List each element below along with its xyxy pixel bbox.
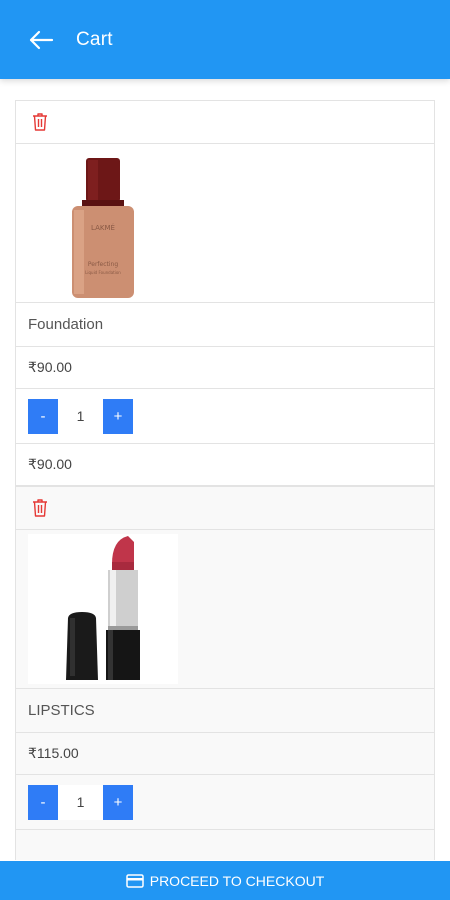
product-price: ₹115.00 — [15, 733, 435, 775]
item-subtotal: ₹90.00 — [15, 444, 435, 486]
decrease-quantity-button[interactable]: - — [28, 398, 58, 434]
delete-row — [15, 486, 435, 530]
increase-quantity-button[interactable]: + — [103, 398, 133, 434]
checkout-button[interactable]: PROCEED TO CHECKOUT — [0, 861, 450, 900]
delete-item-button[interactable] — [28, 110, 52, 134]
app-bar: Cart — [0, 0, 450, 79]
lipstick-image — [28, 534, 178, 684]
product-name: LIPSTICS — [15, 689, 435, 733]
item-subtotal — [15, 830, 435, 860]
decrease-quantity-button[interactable]: - — [28, 784, 58, 820]
cart-item: LAKMÉ Perfecting Liquid Foundation Found… — [15, 100, 435, 486]
cart-item: LIPSTICS ₹115.00 - + — [15, 486, 435, 860]
checkout-label: PROCEED TO CHECKOUT — [149, 872, 325, 889]
trash-icon — [33, 499, 47, 517]
product-image-row: LAKMÉ Perfecting Liquid Foundation — [15, 144, 435, 303]
credit-card-icon — [125, 873, 144, 888]
svg-text:Perfecting: Perfecting — [88, 261, 118, 268]
quantity-stepper: - + — [28, 398, 133, 434]
quantity-input[interactable] — [58, 784, 103, 820]
svg-text:Liquid Foundation: Liquid Foundation — [85, 270, 121, 275]
product-price: ₹90.00 — [15, 347, 435, 389]
product-name: Foundation — [15, 303, 435, 347]
quantity-stepper: - + — [28, 784, 133, 820]
arrow-left-icon — [29, 30, 54, 49]
page-title: Cart — [76, 28, 113, 50]
back-button[interactable] — [26, 25, 56, 55]
product-image-row — [15, 530, 435, 689]
delete-row — [15, 100, 435, 144]
foundation-image: LAKMÉ Perfecting Liquid Foundation — [28, 148, 178, 298]
trash-icon — [33, 113, 47, 131]
delete-item-button[interactable] — [28, 496, 52, 520]
quantity-row: - + — [15, 389, 435, 444]
quantity-input[interactable] — [58, 398, 103, 434]
increase-quantity-button[interactable]: + — [103, 784, 133, 820]
svg-text:LAKMÉ: LAKMÉ — [91, 223, 115, 232]
cart-list[interactable]: LAKMÉ Perfecting Liquid Foundation Found… — [15, 100, 435, 860]
quantity-row: - + — [15, 775, 435, 830]
